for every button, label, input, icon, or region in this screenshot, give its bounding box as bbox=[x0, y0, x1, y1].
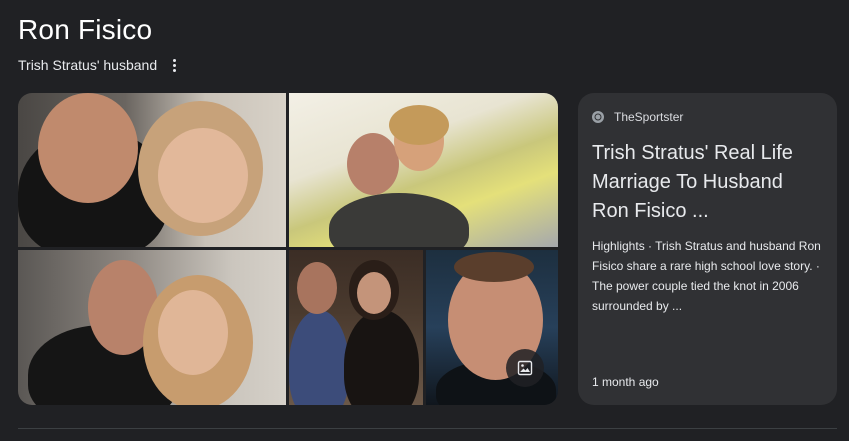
source-name: TheSportster bbox=[614, 110, 684, 124]
result-date: 1 month ago bbox=[592, 375, 659, 389]
photo-1[interactable] bbox=[18, 93, 286, 247]
divider bbox=[18, 428, 837, 429]
result-title-link[interactable]: Trish Stratus' Real Life Marriage To Hus… bbox=[592, 139, 823, 226]
subtitle-row: Trish Stratus' husband bbox=[18, 56, 181, 74]
photo-4[interactable] bbox=[289, 250, 423, 405]
entity-title: Ron Fisico bbox=[18, 14, 153, 45]
photo-5[interactable] bbox=[426, 250, 558, 405]
result-snippet: Highlights · Trish Stratus and husband R… bbox=[592, 239, 821, 313]
photo-3[interactable] bbox=[18, 250, 286, 405]
entity-subtitle: Trish Stratus' husband bbox=[18, 57, 158, 73]
photo-2[interactable] bbox=[289, 93, 558, 247]
source-row: TheSportster bbox=[592, 109, 823, 125]
more-options-icon[interactable] bbox=[167, 56, 181, 74]
image-icon bbox=[517, 360, 533, 376]
globe-icon bbox=[592, 111, 604, 123]
result-card[interactable]: TheSportster Trish Stratus' Real Life Ma… bbox=[578, 93, 837, 405]
more-images-button[interactable] bbox=[506, 349, 544, 387]
image-collage bbox=[18, 93, 558, 405]
